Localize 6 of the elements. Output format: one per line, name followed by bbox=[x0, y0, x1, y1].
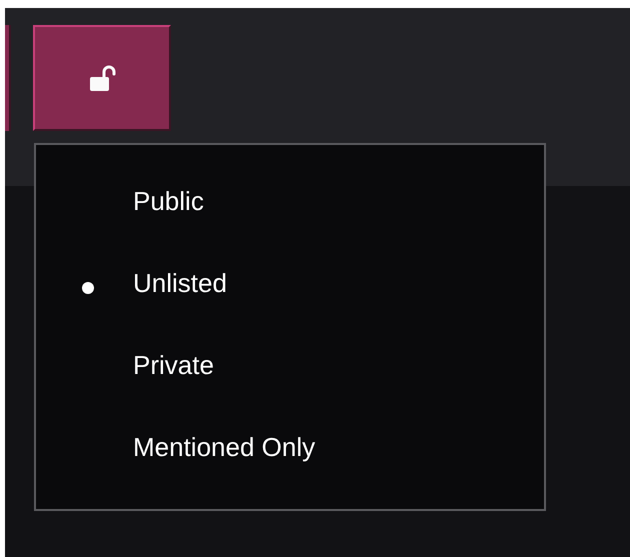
menu-item[interactable]: Unlisted bbox=[133, 263, 227, 303]
menu-item[interactable]: Mentioned Only bbox=[133, 427, 316, 467]
unlock-icon bbox=[88, 64, 116, 92]
menu-item[interactable]: Public bbox=[133, 181, 204, 221]
menu-item[interactable]: Private bbox=[133, 345, 214, 385]
visibility-button[interactable] bbox=[33, 25, 171, 131]
